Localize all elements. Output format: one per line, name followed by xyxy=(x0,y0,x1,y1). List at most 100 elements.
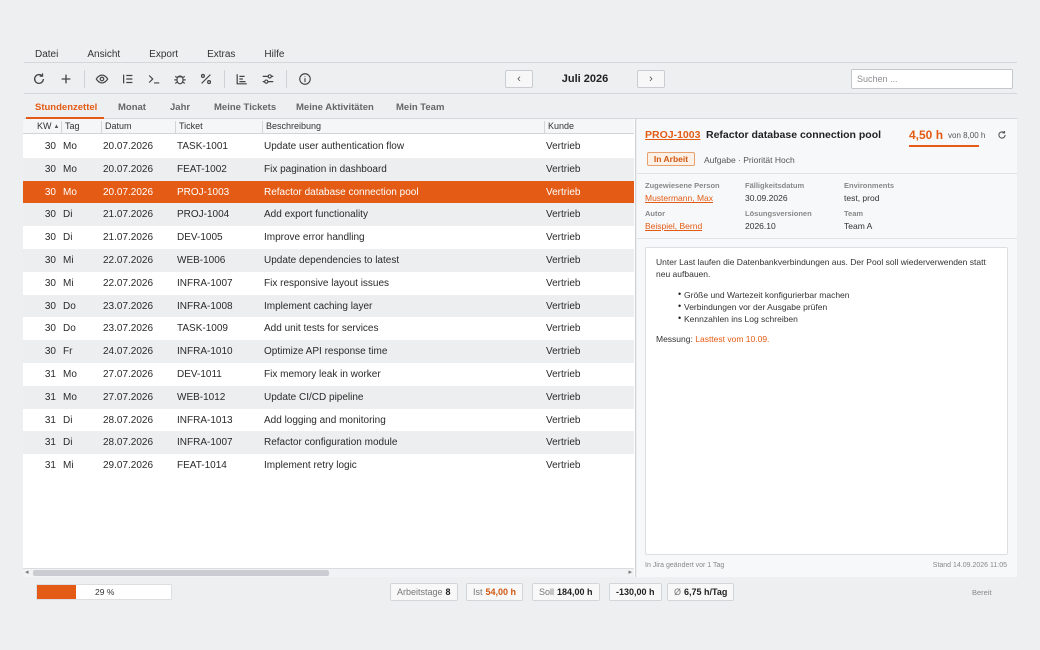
cell-ticket: FEAT-1014 xyxy=(177,460,227,472)
table-row[interactable]: 31 Mo 27.07.2026 WEB-1012 Update CI/CD pipel… xyxy=(23,385,634,409)
cell-ticket: INFRA-1007 xyxy=(177,277,233,289)
bug-icon[interactable] xyxy=(170,69,190,89)
horizontal-scrollbar[interactable]: ◂ ▸ xyxy=(23,568,634,577)
cell-kunde: Vertrieb xyxy=(546,460,581,472)
tab-meine-tickets[interactable]: Meine Tickets xyxy=(214,102,276,113)
terminal-icon[interactable] xyxy=(144,69,164,89)
cell-datum: 27.07.2026 xyxy=(103,369,154,380)
tab-jahr[interactable]: Jahr xyxy=(170,102,190,113)
menu-datei[interactable]: Datei xyxy=(35,49,58,60)
scroll-left-icon[interactable]: ◂ xyxy=(25,569,29,577)
cell-ticket: INFRA-1010 xyxy=(177,346,233,358)
cell-kunde: Vertrieb xyxy=(546,391,581,403)
cell-kunde: Vertrieb xyxy=(546,346,581,358)
cell-kunde: Vertrieb xyxy=(546,323,581,335)
diff-chip: -130,00 h xyxy=(609,583,662,601)
due-date-label: Fälligkeitsdatum xyxy=(745,181,805,190)
next-month-button[interactable]: › xyxy=(637,70,665,88)
assignee-label: Zugewiesene Person xyxy=(645,181,720,190)
refresh-icon[interactable] xyxy=(997,130,1007,140)
cell-tag: Mi xyxy=(63,460,74,472)
cell-kw: 30 xyxy=(44,323,56,335)
col-tag[interactable]: Tag xyxy=(61,121,80,134)
fix-versions-value: 2026.10 xyxy=(745,221,776,231)
environments-value: test, prod xyxy=(844,193,880,203)
percent-icon[interactable] xyxy=(196,69,216,89)
col-kunde[interactable]: Kunde xyxy=(544,121,574,134)
tab-stundenzettel[interactable]: Stundenzettel xyxy=(35,102,97,113)
ticket-key-link[interactable]: PROJ-1003 xyxy=(645,129,700,141)
table-row[interactable]: 31 Di 28.07.2026 INFRA-1013 Add logging and … xyxy=(23,408,634,432)
menu-hilfe[interactable]: Hilfe xyxy=(264,49,284,60)
list-icon[interactable] xyxy=(118,69,138,89)
cell-kunde: Vertrieb xyxy=(546,186,581,198)
table-row[interactable]: 30 Di 21.07.2026 PROJ-1004 Add export functi… xyxy=(23,203,634,227)
cell-kunde: Vertrieb xyxy=(546,255,581,266)
cell-beschreibung: Fix responsive layout issues xyxy=(264,277,390,289)
description-bullet: Verbindungen vor der Ausgabe prüfen xyxy=(678,301,827,312)
menu-export[interactable]: Export xyxy=(149,49,178,60)
table-row[interactable]: 30 Do 23.07.2026 TASK-1009 Add unit tests fo… xyxy=(23,317,634,341)
cell-tag: Mo xyxy=(63,141,77,152)
menu-ansicht[interactable]: Ansicht xyxy=(87,49,120,60)
cell-kunde: Vertrieb xyxy=(546,141,581,152)
cell-kw: 31 xyxy=(44,391,56,403)
table-row[interactable]: 31 Mi 29.07.2026 FEAT-1014 Implement retry l… xyxy=(23,454,634,478)
measurement-link[interactable]: Lasttest vom 10.09. xyxy=(695,334,769,344)
cell-kw: 30 xyxy=(44,163,56,175)
plus-icon[interactable] xyxy=(56,69,76,89)
author-link[interactable]: Beispiel, Bernd xyxy=(645,221,702,231)
table-row[interactable]: 31 Di 28.07.2026 INFRA-1007 Refactor configu… xyxy=(23,431,634,455)
cell-tag: Di xyxy=(63,414,73,426)
col-kw[interactable]: KW ▲ xyxy=(37,121,59,134)
table-row[interactable]: 30 Di 21.07.2026 DEV-1005 Improve error hand… xyxy=(23,226,634,250)
cell-beschreibung: Implement retry logic xyxy=(264,460,357,472)
divider xyxy=(637,238,1017,239)
ist-chip: Ist 54,00 h xyxy=(466,583,524,601)
cell-tag: Do xyxy=(63,300,76,312)
assignee-link[interactable]: Mustermann, Max xyxy=(645,193,713,203)
tab-mein-team[interactable]: Mein Team xyxy=(396,102,444,113)
table-row[interactable]: 31 Mo 27.07.2026 DEV-1011 Fix memory leak in… xyxy=(23,363,634,386)
eye-icon[interactable] xyxy=(92,69,112,89)
cell-datum: 28.07.2026 xyxy=(103,437,154,449)
scrollbar-thumb[interactable] xyxy=(33,570,329,576)
gantt-icon[interactable] xyxy=(232,69,252,89)
tab-monat[interactable]: Monat xyxy=(118,102,146,113)
table-row[interactable]: 30 Mo 20.07.2026 PROJ-1003 Refactor database… xyxy=(23,180,634,204)
sliders-icon[interactable] xyxy=(258,69,278,89)
cell-kw: 30 xyxy=(44,300,56,312)
table-row[interactable]: 30 Do 23.07.2026 INFRA-1008 Implement cachin… xyxy=(23,294,634,318)
month-label: Juli 2026 xyxy=(561,73,609,85)
menu-extras[interactable]: Extras xyxy=(207,49,235,60)
refresh-icon[interactable] xyxy=(29,69,49,89)
description-box: Unter Last laufen die Datenbankverbindun… xyxy=(645,247,1008,555)
cell-kw: 31 xyxy=(44,437,56,449)
scroll-right-icon[interactable]: ▸ xyxy=(628,569,632,577)
tab-meine-aktivitaeten[interactable]: Meine Aktivitäten xyxy=(296,102,374,113)
table-row[interactable]: 30 Mo 20.07.2026 TASK-1001 Update user authe… xyxy=(23,135,634,158)
ticket-title: Refactor database connection pool xyxy=(706,129,882,141)
measurement-line: Messung: Lasttest vom 10.09. xyxy=(656,334,769,344)
col-datum[interactable]: Datum xyxy=(101,121,132,134)
search-input[interactable] xyxy=(851,69,1013,89)
col-beschreibung[interactable]: Beschreibung xyxy=(262,121,321,134)
cell-beschreibung: Fix pagination in dashboard xyxy=(264,163,387,175)
table-row[interactable]: 30 Mi 22.07.2026 WEB-1006 Update dependencie… xyxy=(23,249,634,272)
workdays-chip: Arbeitstage 8 xyxy=(390,583,458,601)
cell-ticket: WEB-1012 xyxy=(177,391,226,403)
description-bullet: Größe und Wartezeit konfigurierbar mache… xyxy=(678,289,849,300)
cell-kw: 30 xyxy=(44,346,56,358)
tab-bar: Stundenzettel Monat Jahr Meine Tickets M… xyxy=(24,96,1017,119)
table-row[interactable]: 30 Mi 22.07.2026 INFRA-1007 Fix responsive l… xyxy=(23,271,634,295)
info-icon[interactable] xyxy=(295,69,315,89)
cell-ticket: WEB-1006 xyxy=(177,255,226,266)
table-row[interactable]: 30 Mo 20.07.2026 FEAT-1002 Fix pagination in… xyxy=(23,157,634,181)
progress-label: 29 % xyxy=(95,587,115,597)
cell-kw: 30 xyxy=(44,209,56,221)
table-row[interactable]: 30 Fr 24.07.2026 INFRA-1010 Optimize API res… xyxy=(23,340,634,364)
cell-kw: 30 xyxy=(44,186,56,198)
col-ticket[interactable]: Ticket xyxy=(175,121,203,134)
sort-asc-icon: ▲ xyxy=(53,123,60,130)
prev-month-button[interactable]: ‹ xyxy=(505,70,533,88)
